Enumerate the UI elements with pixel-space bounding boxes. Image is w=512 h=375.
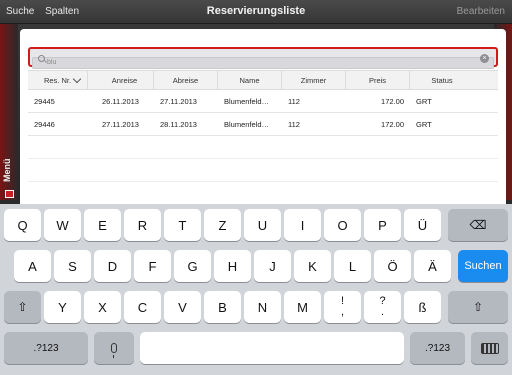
reservation-table: Res. Nr. Anreise Abreise Name Zimmer Pre… [28,70,498,205]
empty-row [28,182,498,205]
key-r[interactable]: R [124,209,161,241]
key-k[interactable]: K [294,250,331,282]
search-submit-key[interactable]: Suchen [458,250,508,282]
key-u-umlaut[interactable]: Ü [404,209,441,241]
sort-chevron-icon[interactable] [73,76,81,84]
key-v[interactable]: V [164,291,201,323]
key-n[interactable]: N [244,291,281,323]
search-icon [38,55,45,62]
shift-icon: ⇧ [472,300,484,314]
cell-zimmer: 112 [288,119,300,129]
key-l[interactable]: L [334,250,371,282]
keyboard-hide-icon [480,342,499,354]
search-bar: × [28,47,498,69]
key-h[interactable]: H [214,250,251,282]
shift-key-right[interactable]: ⇧ [448,291,508,323]
key-w[interactable]: W [44,209,81,241]
key-sharp-s[interactable]: ß [404,291,441,323]
key-b[interactable]: B [204,291,241,323]
cell-res-nr: 29445 [34,96,55,106]
cell-status: GRT [416,119,432,129]
key-y[interactable]: Y [44,291,81,323]
key-z[interactable]: Z [204,209,241,241]
page-title: Reservierungsliste [206,5,306,17]
search-input[interactable] [32,56,494,69]
key-g[interactable]: G [174,250,211,282]
key-o[interactable]: O [324,209,361,241]
key-question-period[interactable]: ? . [364,291,401,323]
cell-anreise: 26.11.2013 [102,96,139,106]
cell-abreise: 28.11.2013 [160,119,197,129]
column-header-label: Res. Nr. [43,75,72,85]
on-screen-keyboard: Q W E R T Z U I O P Ü ⌫ A S D F G H J K … [0,204,512,375]
navigation-bar: Suche Spalten Reservierungsliste Bearbei… [0,0,512,24]
key-t[interactable]: T [164,209,201,241]
table-header: Res. Nr. Anreise Abreise Name Zimmer Pre… [28,70,498,90]
cell-res-nr: 29446 [34,119,55,129]
cell-preis: 172.00 [381,119,404,129]
key-p[interactable]: P [364,209,401,241]
key-u[interactable]: U [244,209,281,241]
key-a-umlaut[interactable]: Ä [414,250,451,282]
microphone-icon [111,343,117,358]
dictation-key[interactable] [94,332,134,364]
key-bottom-label: , [340,306,345,318]
empty-row [28,136,498,159]
key-c[interactable]: C [124,291,161,323]
column-header-preis[interactable]: Preis [346,71,410,89]
key-a[interactable]: A [14,250,51,282]
cell-name: Blumenfeld… [224,119,270,129]
column-header-anreise[interactable]: Anreise [96,71,154,89]
column-header-status[interactable]: Status [410,71,474,89]
cell-name: Blumenfeld… [224,96,270,106]
numbers-key-left[interactable]: .?123 [4,332,88,364]
key-dual-label: ? . [379,296,385,318]
key-o-umlaut[interactable]: Ö [374,250,411,282]
backspace-icon: ⌫ [469,218,487,232]
side-menu-label: Menü [2,158,12,182]
edit-button[interactable]: Bearbeiten [457,6,505,17]
column-header-name[interactable]: Name [218,71,282,89]
key-m[interactable]: M [284,291,321,323]
cell-anreise: 27.11.2013 [102,119,139,129]
key-x[interactable]: X [84,291,121,323]
key-exclaim-comma[interactable]: ! , [324,291,361,323]
cell-abreise: 27.11.2013 [160,96,197,106]
cell-status: GRT [416,96,432,106]
key-e[interactable]: E [84,209,121,241]
numbers-key-right[interactable]: .?123 [410,332,465,364]
hide-keyboard-key[interactable] [471,332,508,364]
backspace-key[interactable]: ⌫ [448,209,508,241]
reservation-sheet: × Res. Nr. Anreise Abreise Name Zimmer P… [20,29,506,205]
cell-preis: 172.00 [381,96,404,106]
column-header-zimmer[interactable]: Zimmer [282,71,346,89]
key-dual-label: ! , [341,296,344,318]
side-menu-tab[interactable]: Menü [2,150,16,200]
shift-icon: ⇧ [17,300,28,314]
clear-icon[interactable]: × [480,54,489,63]
table-row[interactable]: 29445 26.11.2013 27.11.2013 Blumenfeld… … [28,90,498,113]
key-bottom-label: . [380,306,385,318]
key-d[interactable]: D [94,250,131,282]
column-header-res-nr[interactable]: Res. Nr. [28,71,88,89]
space-bar[interactable] [140,332,404,364]
key-q[interactable]: Q [4,209,41,241]
column-header-abreise[interactable]: Abreise [154,71,218,89]
empty-row [28,159,498,182]
cell-zimmer: 112 [288,96,300,106]
key-j[interactable]: J [254,250,291,282]
key-f[interactable]: F [134,250,171,282]
key-s[interactable]: S [54,250,91,282]
flag-icon [5,190,14,198]
key-i[interactable]: I [284,209,321,241]
shift-key-left[interactable]: ⇧ [4,291,41,323]
table-row[interactable]: 29446 27.11.2013 28.11.2013 Blumenfeld… … [28,113,498,136]
